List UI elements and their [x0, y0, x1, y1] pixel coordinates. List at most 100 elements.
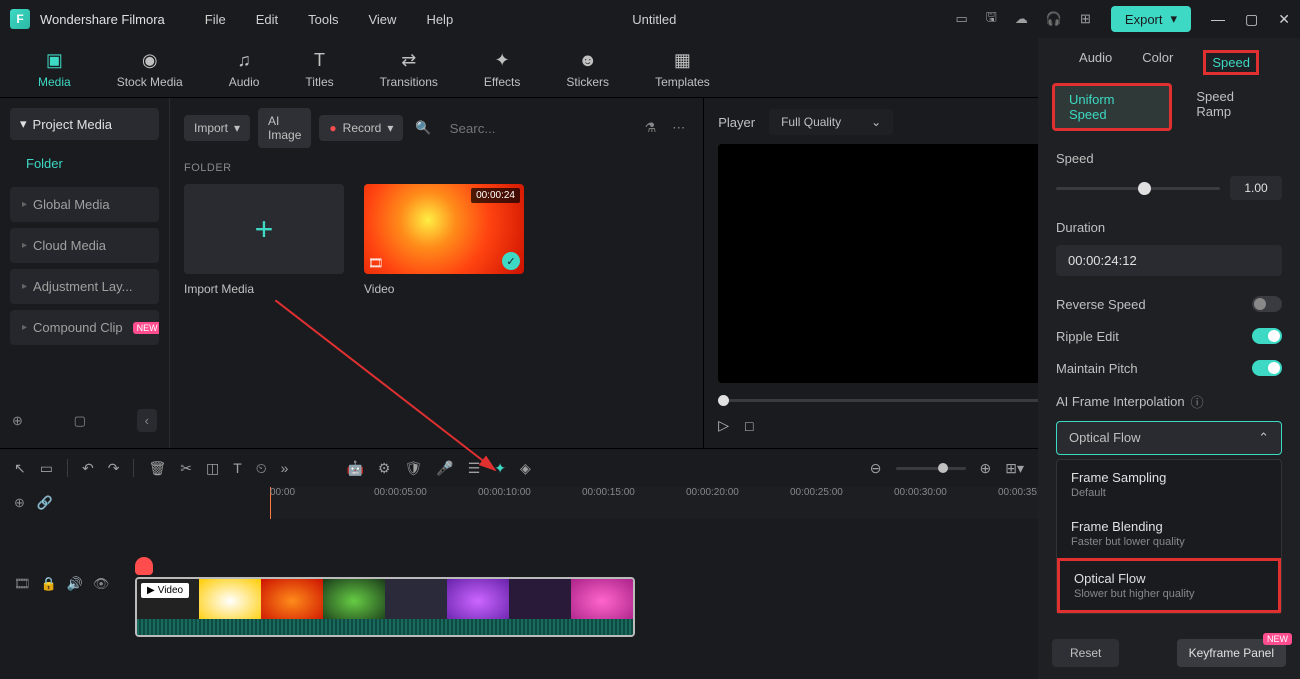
cloud-icon[interactable]: ☁ — [1015, 11, 1028, 27]
zoom-in-icon[interactable]: ⊕ — [980, 460, 992, 477]
tab-stickers[interactable]: ☻Stickers — [558, 46, 617, 97]
menu-edit[interactable]: Edit — [256, 12, 278, 27]
layout-icon[interactable]: ▭ — [955, 11, 967, 27]
apps-icon[interactable]: ⊞ — [1080, 11, 1091, 27]
pointer-tool-icon[interactable]: ↖ — [14, 460, 26, 477]
speed-handle[interactable] — [1138, 182, 1151, 195]
titles-icon: T — [314, 50, 325, 71]
marker-icon[interactable]: ✦ — [494, 460, 506, 477]
import-media-tile[interactable]: + — [184, 184, 344, 274]
nav-cloud-media[interactable]: ▸Cloud Media — [10, 228, 159, 263]
track-add-icon[interactable]: ⊕ — [14, 495, 25, 511]
reverse-speed-label: Reverse Speed — [1056, 297, 1146, 312]
track-visible-icon[interactable]: 👁 — [93, 576, 110, 592]
menu-file[interactable]: File — [205, 12, 226, 27]
quality-dropdown[interactable]: Full Quality⌄ — [769, 109, 893, 135]
more-icon[interactable]: ⋯ — [668, 116, 689, 140]
chevron-down-icon: ▾ — [20, 116, 27, 132]
reset-button[interactable]: Reset — [1052, 639, 1119, 667]
ripple-edit-toggle[interactable] — [1252, 328, 1282, 344]
search-icon[interactable]: 🔍 — [411, 116, 435, 140]
tab-transitions[interactable]: ⇄Transitions — [372, 46, 446, 97]
speed-value[interactable]: 1.00 — [1230, 176, 1282, 200]
mic-icon[interactable]: 🎤 — [436, 460, 453, 477]
view-options-icon[interactable]: ⊞▾ — [1005, 460, 1024, 477]
record-button[interactable]: ●Record▾ — [319, 115, 403, 141]
save-icon[interactable]: 🖫 — [986, 8, 997, 30]
minimize-button[interactable]: — — [1211, 11, 1225, 28]
play-button[interactable]: ▷ — [718, 417, 729, 434]
search-input[interactable] — [444, 115, 633, 142]
stop-button[interactable]: □ — [745, 418, 753, 434]
props-tab-audio[interactable]: Audio — [1079, 50, 1112, 75]
undo-icon[interactable]: ↶ — [82, 460, 94, 477]
speed-slider[interactable] — [1056, 187, 1220, 190]
project-media-header[interactable]: ▾Project Media — [10, 108, 159, 140]
shield-icon[interactable]: 🛡 — [404, 460, 422, 477]
collapse-button[interactable]: ‹ — [137, 409, 157, 432]
timeline-ruler[interactable]: 00:00 00:00:05:00 00:00:10:00 00:00:15:0… — [270, 487, 1038, 519]
new-folder-icon[interactable]: ⊕ — [12, 413, 23, 429]
film-icon: 🎞 — [368, 256, 383, 270]
video-label: Video — [364, 282, 524, 296]
crop-icon[interactable]: ◫ — [206, 460, 219, 477]
zoom-handle[interactable] — [938, 463, 948, 473]
subtab-uniform-speed[interactable]: Uniform Speed — [1052, 83, 1172, 131]
ai-image-button[interactable]: AI Image — [258, 108, 311, 148]
import-media-label: Import Media — [184, 282, 344, 296]
subtab-speed-ramp[interactable]: Speed Ramp — [1182, 83, 1286, 131]
headphones-icon[interactable]: 🎧 — [1046, 11, 1062, 27]
import-button[interactable]: Import▾ — [184, 115, 250, 141]
new-badge: NEW — [133, 322, 159, 334]
redo-icon[interactable]: ↷ — [108, 460, 120, 477]
speed-marker[interactable] — [135, 557, 153, 575]
nav-adjustment-layer[interactable]: ▸Adjustment Lay... — [10, 269, 159, 304]
zoom-slider[interactable] — [896, 467, 966, 470]
tab-effects[interactable]: ✦Effects — [476, 46, 528, 97]
reverse-speed-toggle[interactable] — [1252, 296, 1282, 312]
duration-input[interactable]: 00:00:24:12 — [1056, 245, 1282, 276]
video-tile[interactable]: 00:00:24 🎞 ✓ — [364, 184, 524, 274]
ai-avatar-icon[interactable]: 🤖 — [346, 460, 363, 477]
option-optical-flow[interactable]: Optical Flow Slower but higher quality — [1057, 558, 1281, 613]
maintain-pitch-toggle[interactable] — [1252, 360, 1282, 376]
nav-compound-clip[interactable]: ▸Compound ClipNEW — [10, 310, 159, 345]
tab-templates[interactable]: ▦Templates — [647, 46, 718, 97]
link-icon[interactable]: 🔗 — [37, 495, 53, 511]
tab-titles[interactable]: TTitles — [297, 46, 341, 97]
option-frame-blending[interactable]: Frame Blending Faster but lower quality — [1057, 509, 1281, 558]
tab-stock-media[interactable]: ◉Stock Media — [109, 46, 191, 97]
cut-icon[interactable]: ✂ — [180, 460, 192, 477]
option-frame-sampling[interactable]: Frame Sampling Default — [1057, 460, 1281, 509]
delete-icon[interactable]: 🗑 — [148, 460, 166, 477]
maximize-button[interactable]: ▢ — [1245, 11, 1258, 28]
menu-tools[interactable]: Tools — [308, 12, 338, 27]
close-button[interactable]: ✕ — [1278, 11, 1290, 28]
keyframe-icon[interactable]: ◈ — [520, 460, 531, 477]
folder-icon[interactable]: ▢ — [74, 413, 86, 429]
folder-tab[interactable]: Folder — [10, 148, 159, 179]
tab-audio[interactable]: ♫Audio — [221, 46, 268, 97]
props-tab-color[interactable]: Color — [1142, 50, 1173, 75]
ai-interp-dropdown[interactable]: Optical Flow⌃ — [1056, 421, 1282, 455]
speed-icon[interactable]: ⏲ — [256, 460, 267, 477]
zoom-out-icon[interactable]: ⊖ — [870, 460, 882, 477]
list-icon[interactable]: ☰ — [468, 460, 481, 477]
text-icon[interactable]: T — [233, 460, 242, 476]
keyframe-panel-button[interactable]: Keyframe PanelNEW — [1177, 639, 1286, 667]
select-tool-icon[interactable]: ▭ — [40, 460, 53, 477]
document-title: Untitled — [353, 12, 955, 27]
export-button[interactable]: Export ▾ — [1111, 6, 1191, 32]
more-tools-icon[interactable]: » — [281, 460, 289, 476]
info-icon[interactable]: ⓘ — [1191, 392, 1204, 411]
track-lock-icon[interactable]: 🔒 — [41, 576, 57, 592]
props-tab-speed[interactable]: Speed — [1203, 50, 1259, 75]
color-wheel-icon[interactable]: ⚙ — [378, 460, 391, 477]
track-mute-icon[interactable]: 🔊 — [67, 576, 83, 592]
timeline-clip[interactable]: ▶ Video — [135, 577, 635, 637]
scrubber-handle[interactable] — [718, 395, 729, 406]
track-video-icon[interactable]: 🎞 — [14, 576, 31, 592]
tab-media[interactable]: ▣Media — [30, 46, 79, 97]
nav-global-media[interactable]: ▸Global Media — [10, 187, 159, 222]
filter-icon[interactable]: ⚗ — [641, 116, 661, 140]
